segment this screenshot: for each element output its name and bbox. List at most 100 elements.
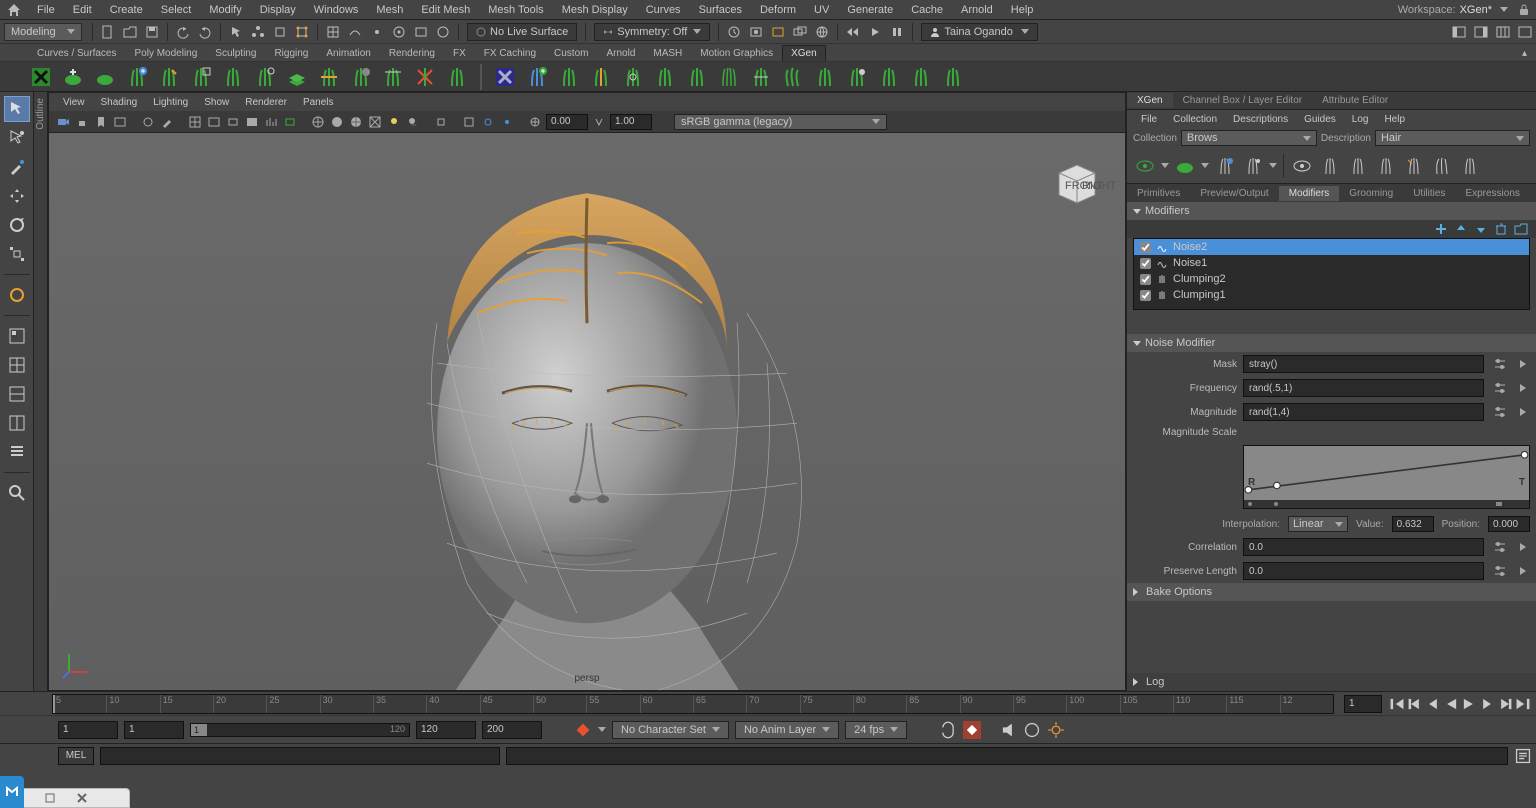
timeline-track[interactable]: 5101520 25303540 45505560 65707580 85909… — [52, 694, 1334, 714]
symmetry-dropdown[interactable]: Symmetry: Off — [594, 23, 710, 41]
xgen-menu-file[interactable]: File — [1133, 112, 1165, 127]
menu-surfaces[interactable]: Surfaces — [690, 1, 751, 19]
vp-exposure-icon[interactable] — [527, 114, 543, 130]
log-header[interactable]: Log — [1127, 673, 1536, 691]
magnitude-field[interactable]: rand(1,4) — [1243, 403, 1484, 421]
modifier-row[interactable]: Clumping1 — [1134, 287, 1529, 303]
outliner-collapsed[interactable]: Outline — [34, 92, 48, 691]
slider-icon[interactable] — [1493, 564, 1507, 578]
vp-menu-shading[interactable]: Shading — [93, 95, 146, 110]
groomable-splines-icon[interactable] — [92, 64, 118, 90]
arrow-icon[interactable] — [1516, 564, 1530, 578]
ig-shelf-15-icon[interactable] — [940, 64, 966, 90]
xg-tab-utilities[interactable]: Utilities — [1403, 186, 1455, 201]
ig-create-icon[interactable] — [524, 64, 550, 90]
xgen-menu-guides[interactable]: Guides — [1296, 112, 1344, 127]
ig-shelf-9-icon[interactable] — [748, 64, 774, 90]
select-comp-icon[interactable] — [293, 23, 311, 41]
ig-shelf-4-icon[interactable] — [588, 64, 614, 90]
ig-shelf-11-icon[interactable] — [812, 64, 838, 90]
xgen-shelf-14-icon[interactable] — [444, 64, 470, 90]
xgen-shelf-10-icon[interactable] — [316, 64, 342, 90]
menu-deform[interactable]: Deform — [751, 1, 805, 19]
vp-grease-icon[interactable] — [159, 114, 175, 130]
ig-shelf-13-icon[interactable] — [876, 64, 902, 90]
menu-windows[interactable]: Windows — [305, 1, 368, 19]
description-dropdown[interactable]: Hair — [1375, 130, 1530, 146]
charset-dropdown[interactable]: No Character Set — [612, 721, 729, 739]
vp-film-gate-icon[interactable] — [206, 114, 222, 130]
xg-guide-add-icon[interactable] — [1213, 154, 1237, 178]
command-input[interactable] — [100, 747, 500, 765]
current-frame-field[interactable]: 1 — [1344, 695, 1382, 713]
xgen-shelf-11-icon[interactable] — [348, 64, 374, 90]
viewport-3d[interactable]: FRONTRIGHT persp — [49, 133, 1125, 690]
tab-channelbox[interactable]: Channel Box / Layer Editor — [1173, 93, 1313, 108]
scale-tool[interactable] — [4, 241, 30, 267]
undo-icon[interactable] — [174, 23, 192, 41]
account-dropdown[interactable]: Taina Ogando — [921, 23, 1038, 41]
modifier-checkbox[interactable] — [1140, 290, 1151, 301]
paint-tool[interactable] — [4, 154, 30, 180]
snap-grid-icon[interactable] — [324, 23, 342, 41]
redo-icon[interactable] — [196, 23, 214, 41]
range-slider-bar[interactable]: 1120 — [190, 723, 410, 737]
arrow-icon[interactable] — [1516, 405, 1530, 419]
xg-tab-modifiers[interactable]: Modifiers — [1279, 186, 1340, 201]
select-tool[interactable] — [4, 96, 30, 122]
script-editor-icon[interactable] — [1514, 747, 1532, 765]
shelf-tab-rigging[interactable]: Rigging — [265, 45, 317, 61]
play-icon[interactable] — [866, 23, 884, 41]
arrow-icon[interactable] — [1516, 357, 1530, 371]
anim-start-field[interactable]: 1 — [58, 721, 118, 739]
menu-create[interactable]: Create — [101, 1, 152, 19]
position-field[interactable]: 0.000 — [1488, 516, 1530, 532]
ig-shelf-3-icon[interactable] — [556, 64, 582, 90]
anim-end-field[interactable]: 200 — [482, 721, 542, 739]
pause-icon[interactable] — [888, 23, 906, 41]
vp-textured-icon[interactable] — [367, 114, 383, 130]
xgen-menu-log[interactable]: Log — [1344, 112, 1377, 127]
xg-tool7-icon[interactable] — [1374, 154, 1398, 178]
menu-file[interactable]: File — [28, 1, 64, 19]
xg-eye-icon[interactable] — [1133, 154, 1157, 178]
modifier-list[interactable]: Noise2 Noise1 Clumping2 Clumping1 — [1133, 238, 1530, 310]
animlayer-dropdown[interactable]: No Anim Layer — [735, 721, 839, 739]
xgen-shelf-7-icon[interactable] — [220, 64, 246, 90]
frequency-field[interactable]: rand(.5,1) — [1243, 379, 1484, 397]
open-scene-icon[interactable] — [121, 23, 139, 41]
ipr-render-icon[interactable] — [769, 23, 787, 41]
menu-meshtools[interactable]: Mesh Tools — [479, 1, 552, 19]
select-hier-icon[interactable] — [249, 23, 267, 41]
vp-field-chart-icon[interactable] — [263, 114, 279, 130]
step-fwd-key-icon[interactable] — [1496, 695, 1514, 713]
vp-2d-pan-icon[interactable] — [140, 114, 156, 130]
ig-shelf-12-icon[interactable] — [844, 64, 870, 90]
step-fwd-icon[interactable] — [1478, 695, 1496, 713]
workspace-name[interactable]: XGen* — [1460, 4, 1492, 16]
xgen-menu-descriptions[interactable]: Descriptions — [1225, 112, 1296, 127]
vp-colorspace-dropdown[interactable]: sRGB gamma (legacy) — [674, 114, 887, 130]
home-icon[interactable] — [6, 2, 22, 18]
vp-safe-action-icon[interactable] — [282, 114, 298, 130]
history-icon[interactable] — [725, 23, 743, 41]
shelf-tab-mash[interactable]: MASH — [644, 45, 691, 61]
menu-meshdisplay[interactable]: Mesh Display — [553, 1, 637, 19]
xg-tool5-icon[interactable] — [1318, 154, 1342, 178]
last-tool[interactable] — [4, 282, 30, 308]
xgen-shelf-12-icon[interactable] — [380, 64, 406, 90]
menu-edit[interactable]: Edit — [64, 1, 101, 19]
shelf-tab-sculpt[interactable]: Sculpting — [206, 45, 265, 61]
sidebar-toggle-2-icon[interactable] — [1472, 23, 1490, 41]
ig-shelf-14-icon[interactable] — [908, 64, 934, 90]
vp-exposure-field[interactable]: 0.00 — [546, 114, 588, 130]
vp-shaded-icon[interactable] — [329, 114, 345, 130]
xgen-menu-collection[interactable]: Collection — [1165, 112, 1225, 127]
interp-dropdown[interactable]: Linear — [1288, 516, 1348, 532]
fps-dropdown[interactable]: 24 fps — [845, 721, 907, 739]
tab-xgen[interactable]: XGen — [1127, 93, 1173, 108]
shelf-tab-fx[interactable]: FX — [444, 45, 475, 61]
modifiers-header[interactable]: Modifiers — [1127, 202, 1536, 220]
guide-add-icon[interactable] — [124, 64, 150, 90]
vp-gamma-icon[interactable] — [591, 114, 607, 130]
